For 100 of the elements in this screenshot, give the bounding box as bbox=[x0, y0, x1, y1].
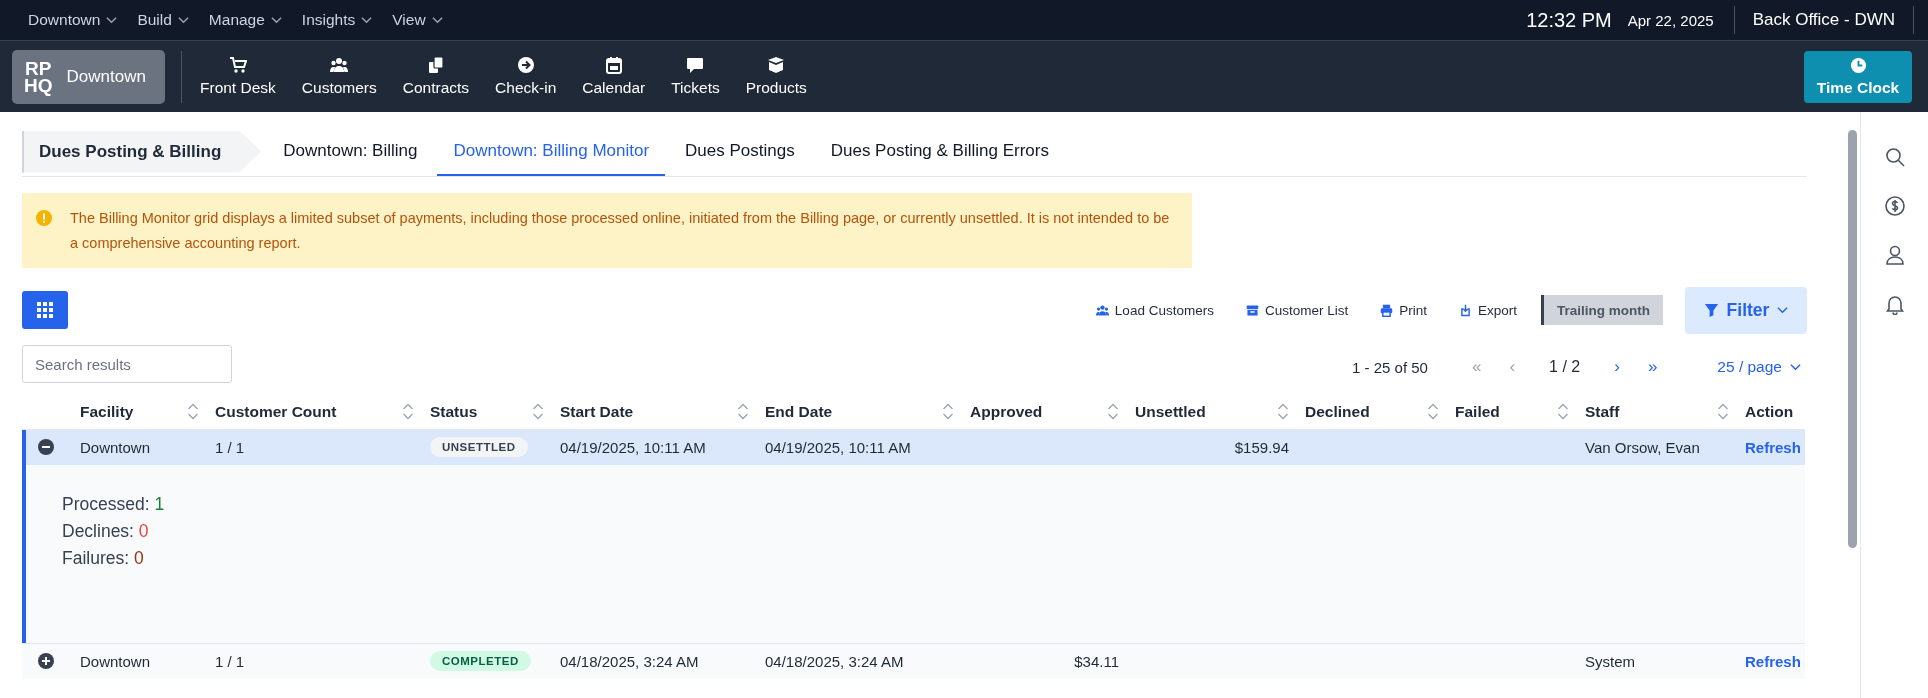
nav-menu[interactable]: Downtown bbox=[28, 7, 118, 33]
export-icon bbox=[1458, 303, 1472, 317]
column-header[interactable]: Customer Count bbox=[215, 402, 337, 421]
table-cell: 1 / 1 bbox=[215, 652, 245, 670]
column-header[interactable]: Action bbox=[1745, 402, 1794, 421]
column-header[interactable]: Unsettled bbox=[1135, 402, 1206, 421]
result-range: 1 - 25 of 50 bbox=[1352, 358, 1428, 376]
last-page-button[interactable]: » bbox=[1633, 357, 1672, 377]
calendar-icon bbox=[604, 56, 623, 74]
table-cell: 04/19/2025, 10:11 AM bbox=[560, 438, 706, 456]
column-header[interactable]: Approved bbox=[970, 402, 1043, 421]
status-badge: COMPLETED bbox=[430, 651, 531, 672]
table-cell: 1 / 1 bbox=[215, 438, 245, 456]
clock-icon bbox=[1849, 56, 1867, 74]
table-cell: 04/18/2025, 3:24 AM bbox=[560, 652, 699, 670]
detail-line: Processed: 1 bbox=[62, 493, 165, 516]
collapse-icon[interactable] bbox=[38, 439, 54, 456]
cart-icon bbox=[228, 56, 247, 74]
period-label[interactable]: Trailing month bbox=[1541, 295, 1663, 325]
dollar-icon[interactable] bbox=[1883, 195, 1906, 217]
column-header[interactable]: Start Date bbox=[560, 402, 634, 421]
sort-icon[interactable] bbox=[1277, 403, 1289, 421]
column-header[interactable]: Staff bbox=[1585, 402, 1620, 421]
table-cell: Downtown bbox=[80, 438, 151, 456]
column-header[interactable]: Facility bbox=[80, 402, 134, 421]
sort-icon[interactable] bbox=[1717, 403, 1729, 421]
detail-line: Declines: 0 bbox=[62, 520, 149, 543]
sort-icon[interactable] bbox=[402, 403, 414, 421]
tab[interactable]: Downtown: Billing bbox=[267, 127, 434, 176]
scrollbar[interactable] bbox=[1847, 130, 1857, 548]
search-icon[interactable] bbox=[1883, 146, 1906, 168]
app-nav-button[interactable]: Customers bbox=[299, 56, 379, 97]
tab[interactable]: Dues Postings bbox=[669, 127, 811, 176]
toolbar-action[interactable]: Print bbox=[1380, 302, 1427, 318]
breadcrumb: Dues Posting & Billing bbox=[22, 130, 262, 173]
arrow-circle-icon bbox=[516, 56, 535, 74]
search-field[interactable]: Search results bbox=[22, 345, 232, 383]
sort-icon[interactable] bbox=[942, 403, 954, 421]
sort-icon[interactable] bbox=[187, 403, 199, 421]
sort-icon[interactable] bbox=[1557, 403, 1569, 421]
box-icon bbox=[767, 56, 786, 74]
table-cell: 04/19/2025, 10:11 AM bbox=[765, 438, 911, 456]
caret-icon bbox=[1790, 363, 1801, 371]
filter-icon bbox=[1703, 302, 1719, 318]
caret-icon bbox=[1777, 306, 1789, 314]
column-header[interactable]: Failed bbox=[1455, 402, 1500, 421]
sort-icon[interactable] bbox=[1107, 403, 1119, 421]
logo-text: HQ bbox=[24, 76, 53, 94]
app-nav-button[interactable]: Front Desk bbox=[198, 56, 278, 97]
app-nav-button[interactable]: Calendar bbox=[580, 56, 648, 97]
grid-view-button[interactable] bbox=[22, 291, 68, 329]
bell-icon[interactable] bbox=[1883, 293, 1906, 315]
app-nav-button[interactable]: Products bbox=[743, 56, 809, 97]
tab[interactable]: Downtown: Billing Monitor bbox=[437, 127, 666, 176]
toolbar-action[interactable]: Export bbox=[1458, 302, 1517, 318]
nav-menu[interactable]: Build bbox=[137, 7, 189, 33]
toolbar-action[interactable]: Load Customers bbox=[1095, 302, 1214, 318]
grid-icon bbox=[36, 301, 54, 319]
expand-icon[interactable] bbox=[38, 653, 54, 670]
warning-text: The Billing Monitor grid displays a limited subset of payments, including those processed online, initiated from the Billing page, or currently unsettled. It is not intended to be a comprehensive accounting report. bbox=[70, 210, 1170, 251]
nav-menu[interactable]: Insights bbox=[301, 7, 373, 33]
chevron-down-icon bbox=[106, 16, 118, 24]
table-cell: System bbox=[1585, 652, 1635, 670]
column-header[interactable]: Status bbox=[430, 402, 478, 421]
logo-text: RP bbox=[24, 59, 53, 77]
documents-icon bbox=[426, 56, 445, 74]
sort-icon[interactable] bbox=[532, 403, 544, 421]
sort-icon[interactable] bbox=[737, 403, 749, 421]
location-label[interactable]: Back Office - DWN bbox=[1734, 10, 1913, 30]
tab[interactable]: Dues Posting & Billing Errors bbox=[814, 127, 1065, 176]
sort-icon[interactable] bbox=[1427, 403, 1439, 421]
app-nav-button[interactable]: Check-in bbox=[493, 56, 559, 97]
filter-button[interactable]: Filter bbox=[1685, 286, 1807, 334]
table-cell: $159.94 bbox=[1234, 438, 1289, 456]
page-indicator: 1 / 2 bbox=[1549, 358, 1581, 376]
warning-icon bbox=[36, 210, 52, 226]
app-nav-button[interactable]: Tickets bbox=[669, 56, 722, 97]
toolbar-action[interactable]: Customer List bbox=[1245, 302, 1349, 318]
users-icon bbox=[330, 56, 349, 74]
table-cell: Van Orsow, Evan bbox=[1585, 438, 1700, 456]
chevron-down-icon bbox=[431, 16, 443, 24]
site-name: Downtown bbox=[66, 66, 146, 87]
table-cell: Downtown bbox=[80, 652, 151, 670]
user-icon[interactable] bbox=[1883, 244, 1906, 266]
archive-icon bbox=[1245, 303, 1259, 317]
nav-menu[interactable]: View bbox=[392, 7, 443, 33]
time-clock-button[interactable]: Time Clock bbox=[1804, 50, 1912, 103]
chevron-down-icon bbox=[361, 16, 373, 24]
table-cell: 04/18/2025, 3:24 AM bbox=[765, 652, 904, 670]
chevron-down-icon bbox=[270, 16, 282, 24]
chevron-down-icon bbox=[177, 16, 189, 24]
clock-time: 12:32 PM bbox=[1526, 8, 1612, 32]
status-badge: UNSETTLED bbox=[430, 437, 528, 458]
detail-line: Failures: 0 bbox=[62, 547, 144, 570]
page-size-select[interactable]: 25 / page bbox=[1711, 357, 1807, 377]
nav-menu[interactable]: Manage bbox=[208, 7, 282, 33]
next-page-button[interactable]: › bbox=[1600, 357, 1634, 377]
column-header[interactable]: End Date bbox=[765, 402, 833, 421]
column-header[interactable]: Declined bbox=[1305, 402, 1370, 421]
app-nav-button[interactable]: Contracts bbox=[400, 56, 472, 97]
